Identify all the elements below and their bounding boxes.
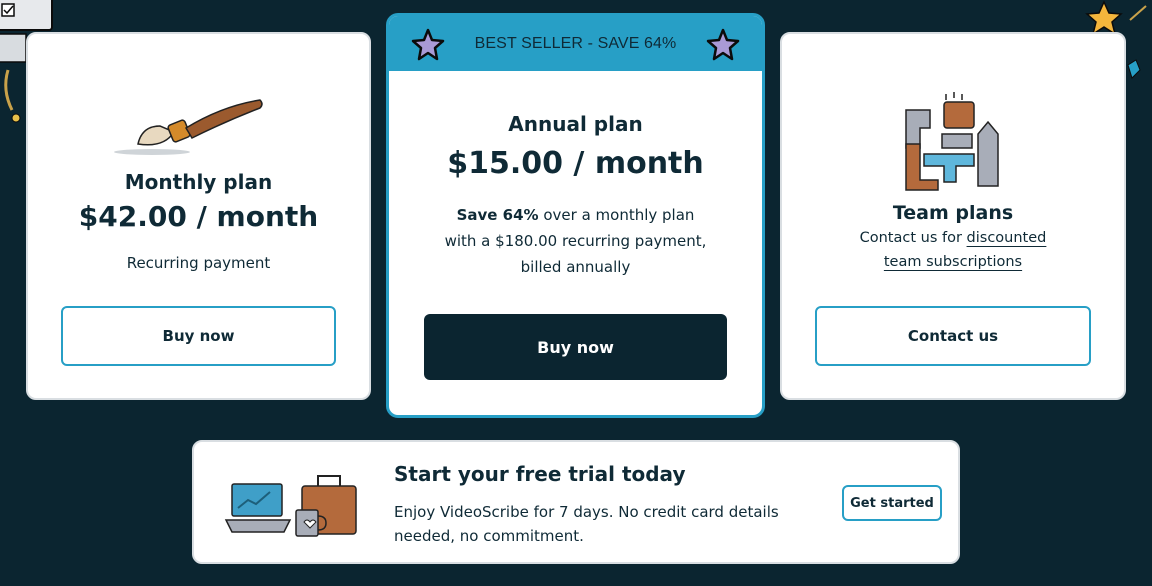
paintbrush-icon (114, 99, 263, 155)
team-plans-title: Team plans (892, 202, 1014, 224)
team-plans-card: Team plans Contact us for discounted tea… (780, 32, 1126, 400)
monthly-buy-now-button[interactable]: Buy now (61, 306, 336, 366)
free-trial-title: Start your free trial today (394, 462, 686, 486)
annual-plan-title: Annual plan (508, 112, 643, 136)
annual-savings-highlight: Save 64% (456, 206, 539, 224)
team-plans-description: Contact us for discounted team subscript… (782, 226, 1124, 274)
monthly-plan-note: Recurring payment (126, 254, 271, 272)
discounted-link[interactable]: discounted (967, 230, 1047, 246)
star-icon (411, 28, 445, 61)
monthly-plan-card: Monthly plan $42.00 / month Recurring pa… (26, 32, 371, 400)
building-blocks-icon (905, 92, 999, 191)
annual-plan-card: BEST SELLER - SAVE 64% Annual plan $15.0… (386, 13, 765, 418)
laptop-bag-mug-icon (224, 475, 357, 537)
annual-payment-text: with a $180.00 recurring payment, (444, 232, 707, 250)
best-seller-banner: BEST SELLER - SAVE 64% (389, 16, 762, 71)
team-plans-prefix: Contact us for (859, 230, 967, 246)
monthly-plan-title: Monthly plan (124, 170, 273, 194)
star-icon (706, 28, 740, 61)
annual-plan-price: $15.00 / month (447, 146, 704, 181)
annual-savings-text: over a monthly plan (538, 206, 695, 224)
get-started-button[interactable]: Get started (842, 485, 942, 521)
free-trial-description: Enjoy VideoScribe for 7 days. No credit … (394, 503, 779, 545)
contact-us-button[interactable]: Contact us (815, 306, 1091, 366)
annual-billing-text: billed annually (520, 258, 631, 276)
annual-buy-now-button[interactable]: Buy now (424, 314, 727, 380)
best-seller-banner-text: BEST SELLER - SAVE 64% (474, 34, 677, 52)
team-subscriptions-link[interactable]: team subscriptions (884, 254, 1022, 270)
free-trial-card: Start your free trial today Enjoy VideoS… (192, 440, 960, 564)
annual-plan-description: Save 64% over a monthly plan with a $180… (389, 202, 762, 280)
monthly-plan-price: $42.00 / month (78, 200, 319, 233)
